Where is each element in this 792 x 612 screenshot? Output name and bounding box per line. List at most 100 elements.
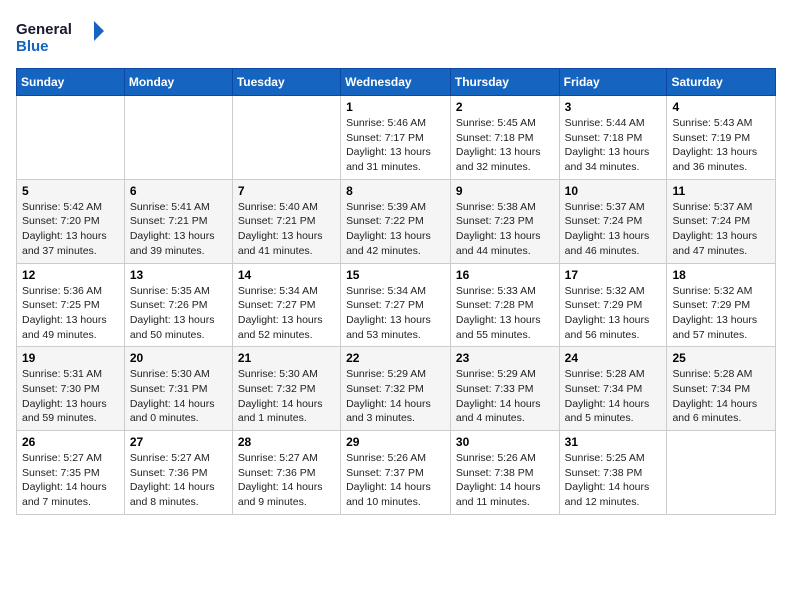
calendar-week-row: 19 Sunrise: 5:31 AM Sunset: 7:30 PM Dayli… (17, 347, 776, 431)
calendar-week-row: 5 Sunrise: 5:42 AM Sunset: 7:20 PM Daylig… (17, 179, 776, 263)
day-number: 26 (22, 435, 119, 449)
day-info: Sunrise: 5:29 AM Sunset: 7:33 PM Dayligh… (456, 367, 554, 426)
calendar-cell: 1 Sunrise: 5:46 AM Sunset: 7:17 PM Daylig… (341, 96, 451, 180)
day-number: 21 (238, 351, 335, 365)
calendar-cell: 29 Sunrise: 5:26 AM Sunset: 7:37 PM Dayli… (341, 431, 451, 515)
calendar-cell: 28 Sunrise: 5:27 AM Sunset: 7:36 PM Dayli… (232, 431, 340, 515)
day-number: 31 (565, 435, 662, 449)
day-number: 4 (672, 100, 770, 114)
calendar-cell: 13 Sunrise: 5:35 AM Sunset: 7:26 PM Dayli… (124, 263, 232, 347)
svg-text:Blue: Blue (16, 38, 49, 55)
day-number: 19 (22, 351, 119, 365)
day-number: 11 (672, 184, 770, 198)
day-info: Sunrise: 5:41 AM Sunset: 7:21 PM Dayligh… (130, 200, 227, 259)
calendar-cell (17, 96, 125, 180)
day-info: Sunrise: 5:36 AM Sunset: 7:25 PM Dayligh… (22, 284, 119, 343)
day-info: Sunrise: 5:25 AM Sunset: 7:38 PM Dayligh… (565, 451, 662, 510)
day-info: Sunrise: 5:28 AM Sunset: 7:34 PM Dayligh… (565, 367, 662, 426)
calendar-cell: 19 Sunrise: 5:31 AM Sunset: 7:30 PM Dayli… (17, 347, 125, 431)
day-number: 17 (565, 268, 662, 282)
day-info: Sunrise: 5:27 AM Sunset: 7:35 PM Dayligh… (22, 451, 119, 510)
day-number: 27 (130, 435, 227, 449)
logo-svg: General Blue (16, 16, 106, 56)
day-number: 5 (22, 184, 119, 198)
calendar-cell: 27 Sunrise: 5:27 AM Sunset: 7:36 PM Dayli… (124, 431, 232, 515)
calendar-cell: 25 Sunrise: 5:28 AM Sunset: 7:34 PM Dayli… (667, 347, 776, 431)
calendar-cell: 4 Sunrise: 5:43 AM Sunset: 7:19 PM Daylig… (667, 96, 776, 180)
calendar-cell: 17 Sunrise: 5:32 AM Sunset: 7:29 PM Dayli… (559, 263, 667, 347)
day-info: Sunrise: 5:27 AM Sunset: 7:36 PM Dayligh… (130, 451, 227, 510)
column-header-friday: Friday (559, 69, 667, 96)
calendar-cell: 26 Sunrise: 5:27 AM Sunset: 7:35 PM Dayli… (17, 431, 125, 515)
calendar-cell: 6 Sunrise: 5:41 AM Sunset: 7:21 PM Daylig… (124, 179, 232, 263)
calendar-cell: 11 Sunrise: 5:37 AM Sunset: 7:24 PM Dayli… (667, 179, 776, 263)
day-info: Sunrise: 5:35 AM Sunset: 7:26 PM Dayligh… (130, 284, 227, 343)
column-header-thursday: Thursday (450, 69, 559, 96)
calendar-cell: 7Sunrise: 5:40 AM Sunset: 7:21 PM Daylig… (232, 179, 340, 263)
calendar-cell: 9Sunrise: 5:38 AM Sunset: 7:23 PM Daylig… (450, 179, 559, 263)
day-info: Sunrise: 5:42 AM Sunset: 7:20 PM Dayligh… (22, 200, 119, 259)
calendar-cell: 16 Sunrise: 5:33 AM Sunset: 7:28 PM Dayli… (450, 263, 559, 347)
page-header: General Blue (16, 16, 776, 56)
day-number: 16 (456, 268, 554, 282)
day-info: Sunrise: 5:28 AM Sunset: 7:34 PM Dayligh… (672, 367, 770, 426)
column-header-monday: Monday (124, 69, 232, 96)
day-number: 22 (346, 351, 445, 365)
day-info: Sunrise: 5:31 AM Sunset: 7:30 PM Dayligh… (22, 367, 119, 426)
day-info: Sunrise: 5:37 AM Sunset: 7:24 PM Dayligh… (672, 200, 770, 259)
day-number: 2 (456, 100, 554, 114)
svg-text:General: General (16, 21, 72, 38)
calendar-cell: 21Sunrise: 5:30 AM Sunset: 7:32 PM Dayli… (232, 347, 340, 431)
calendar-cell: 12 Sunrise: 5:36 AM Sunset: 7:25 PM Dayli… (17, 263, 125, 347)
day-info: Sunrise: 5:44 AM Sunset: 7:18 PM Dayligh… (565, 116, 662, 175)
calendar-cell (232, 96, 340, 180)
calendar-table: SundayMondayTuesdayWednesdayThursdayFrid… (16, 68, 776, 515)
calendar-cell: 2 Sunrise: 5:45 AM Sunset: 7:18 PM Daylig… (450, 96, 559, 180)
day-number: 24 (565, 351, 662, 365)
day-info: Sunrise: 5:27 AM Sunset: 7:36 PM Dayligh… (238, 451, 335, 510)
calendar-cell: 23 Sunrise: 5:29 AM Sunset: 7:33 PM Dayli… (450, 347, 559, 431)
day-info: Sunrise: 5:34 AM Sunset: 7:27 PM Dayligh… (238, 284, 335, 343)
day-number: 14 (238, 268, 335, 282)
day-number: 28 (238, 435, 335, 449)
day-info: Sunrise: 5:33 AM Sunset: 7:28 PM Dayligh… (456, 284, 554, 343)
day-number: 8 (346, 184, 445, 198)
day-info: Sunrise: 5:32 AM Sunset: 7:29 PM Dayligh… (565, 284, 662, 343)
day-info: Sunrise: 5:30 AM Sunset: 7:31 PM Dayligh… (130, 367, 227, 426)
calendar-cell: 30Sunrise: 5:26 AM Sunset: 7:38 PM Dayli… (450, 431, 559, 515)
calendar-cell: 10Sunrise: 5:37 AM Sunset: 7:24 PM Dayli… (559, 179, 667, 263)
day-number: 30 (456, 435, 554, 449)
calendar-cell: 22 Sunrise: 5:29 AM Sunset: 7:32 PM Dayli… (341, 347, 451, 431)
calendar-cell: 24 Sunrise: 5:28 AM Sunset: 7:34 PM Dayli… (559, 347, 667, 431)
day-number: 23 (456, 351, 554, 365)
calendar-cell (667, 431, 776, 515)
day-info: Sunrise: 5:46 AM Sunset: 7:17 PM Dayligh… (346, 116, 445, 175)
calendar-cell: 14 Sunrise: 5:34 AM Sunset: 7:27 PM Dayli… (232, 263, 340, 347)
day-header-row: SundayMondayTuesdayWednesdayThursdayFrid… (17, 69, 776, 96)
calendar-cell: 5 Sunrise: 5:42 AM Sunset: 7:20 PM Daylig… (17, 179, 125, 263)
calendar-cell: 18Sunrise: 5:32 AM Sunset: 7:29 PM Dayli… (667, 263, 776, 347)
calendar-cell: 15Sunrise: 5:34 AM Sunset: 7:27 PM Dayli… (341, 263, 451, 347)
calendar-cell: 20Sunrise: 5:30 AM Sunset: 7:31 PM Dayli… (124, 347, 232, 431)
day-number: 13 (130, 268, 227, 282)
day-number: 15 (346, 268, 445, 282)
day-number: 7 (238, 184, 335, 198)
day-info: Sunrise: 5:32 AM Sunset: 7:29 PM Dayligh… (672, 284, 770, 343)
calendar-cell: 31 Sunrise: 5:25 AM Sunset: 7:38 PM Dayli… (559, 431, 667, 515)
day-number: 3 (565, 100, 662, 114)
day-number: 6 (130, 184, 227, 198)
calendar-week-row: 26 Sunrise: 5:27 AM Sunset: 7:35 PM Dayli… (17, 431, 776, 515)
column-header-sunday: Sunday (17, 69, 125, 96)
day-info: Sunrise: 5:43 AM Sunset: 7:19 PM Dayligh… (672, 116, 770, 175)
day-info: Sunrise: 5:39 AM Sunset: 7:22 PM Dayligh… (346, 200, 445, 259)
day-number: 29 (346, 435, 445, 449)
calendar-cell: 3 Sunrise: 5:44 AM Sunset: 7:18 PM Daylig… (559, 96, 667, 180)
day-number: 25 (672, 351, 770, 365)
day-number: 1 (346, 100, 445, 114)
day-info: Sunrise: 5:37 AM Sunset: 7:24 PM Dayligh… (565, 200, 662, 259)
day-info: Sunrise: 5:29 AM Sunset: 7:32 PM Dayligh… (346, 367, 445, 426)
day-info: Sunrise: 5:26 AM Sunset: 7:37 PM Dayligh… (346, 451, 445, 510)
day-number: 12 (22, 268, 119, 282)
calendar-cell: 8 Sunrise: 5:39 AM Sunset: 7:22 PM Daylig… (341, 179, 451, 263)
day-info: Sunrise: 5:45 AM Sunset: 7:18 PM Dayligh… (456, 116, 554, 175)
